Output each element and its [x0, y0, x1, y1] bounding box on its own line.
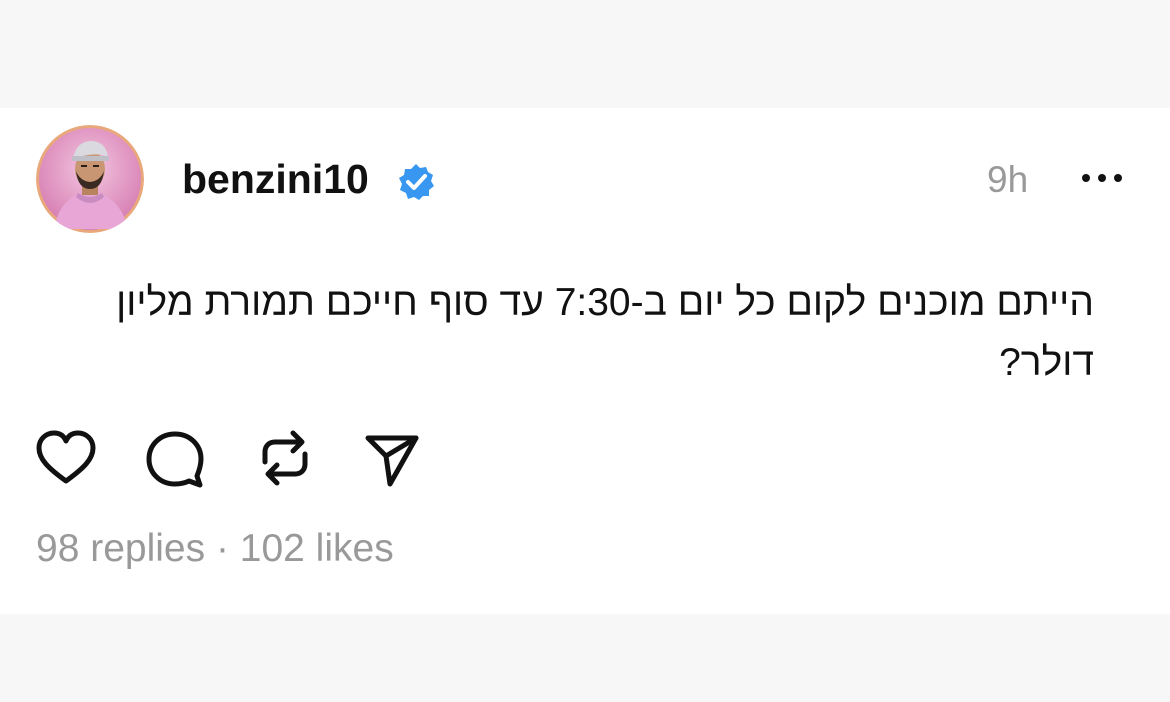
stats-separator: ·	[205, 527, 240, 570]
comment-bubble-icon[interactable]	[143, 426, 207, 490]
more-options-icon[interactable]	[1078, 166, 1126, 190]
heart-icon[interactable]	[34, 426, 98, 490]
replies-count[interactable]: 98 replies	[36, 527, 205, 570]
send-icon[interactable]	[360, 426, 424, 490]
post-text: הייתם מוכנים לקום כל יום ב-7:30 עד סוף ח…	[116, 281, 1094, 384]
likes-count[interactable]: 102 likes	[240, 527, 394, 570]
action-bar	[0, 426, 500, 496]
post-time: 9h	[987, 159, 1029, 200]
username[interactable]: benzini10	[182, 155, 369, 203]
verified-badge-icon	[396, 162, 436, 202]
post-card: benzini10 9h הייתם מוכנים לקום כל יום ב-…	[0, 108, 1170, 614]
post-stats: 98 replies · 102 likes	[36, 524, 394, 574]
repost-icon[interactable]	[253, 426, 317, 490]
avatar[interactable]	[36, 125, 144, 233]
